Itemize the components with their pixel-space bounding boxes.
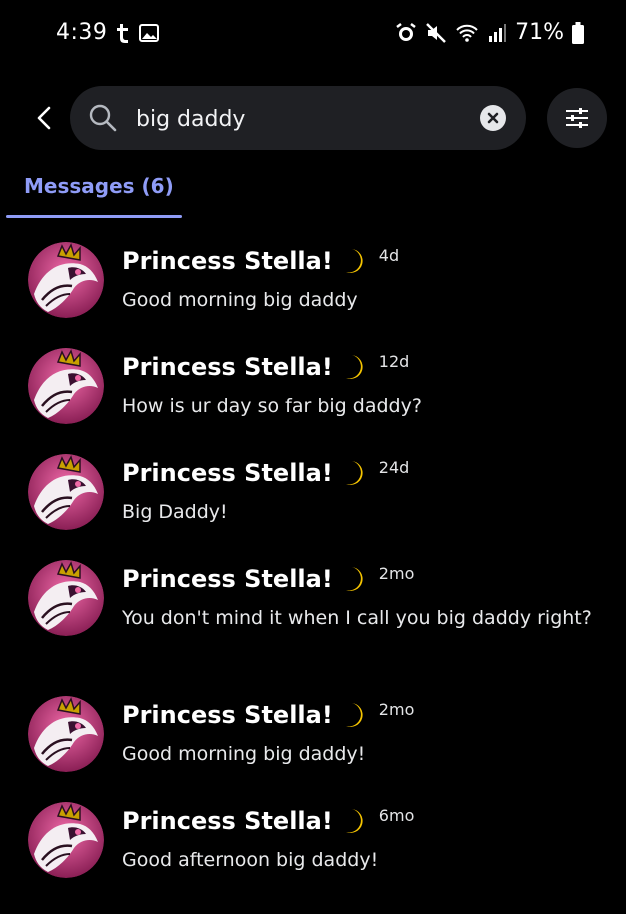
moon-icon bbox=[343, 247, 365, 275]
moon-icon bbox=[343, 565, 365, 593]
close-icon bbox=[487, 112, 499, 124]
results-list: Princess Stella! 4d Good morning big dad… bbox=[0, 236, 626, 902]
timestamp: 24d bbox=[378, 457, 410, 477]
moon-icon bbox=[343, 353, 365, 381]
result-content: Princess Stella! 24d Big Daddy! bbox=[122, 456, 602, 528]
result-content: Princess Stella! 2mo Good morning big da… bbox=[122, 698, 602, 770]
result-header: Princess Stella! 2mo bbox=[122, 698, 602, 732]
author-name[interactable]: Princess Stella! bbox=[122, 459, 333, 487]
result-item[interactable]: Princess Stella! 2mo You don't mind it w… bbox=[0, 554, 626, 690]
timestamp: 4d bbox=[378, 245, 400, 265]
result-item[interactable]: Princess Stella! 12d How is ur day so fa… bbox=[0, 342, 626, 448]
author-name[interactable]: Princess Stella! bbox=[122, 353, 333, 381]
status-bar: 4:39 71% bbox=[0, 0, 626, 72]
result-header: Princess Stella! 6mo bbox=[122, 804, 602, 838]
search-row bbox=[0, 84, 626, 154]
timestamp: 2mo bbox=[378, 563, 415, 583]
status-left: 4:39 bbox=[56, 20, 160, 45]
alarm-icon bbox=[395, 22, 417, 44]
moon-icon bbox=[343, 807, 365, 835]
result-content: Princess Stella! 6mo Good afternoon big … bbox=[122, 804, 602, 876]
message-text: Big Daddy! bbox=[122, 501, 228, 523]
message-text: How is ur day so far big daddy? bbox=[122, 395, 422, 417]
tab-messages[interactable]: Messages (6) bbox=[24, 174, 174, 198]
filter-button[interactable] bbox=[547, 88, 607, 148]
mute-icon bbox=[425, 22, 447, 44]
back-button[interactable] bbox=[22, 96, 66, 140]
message-text: Good morning big daddy bbox=[122, 289, 358, 311]
timestamp: 6mo bbox=[378, 805, 415, 825]
tab-underline bbox=[6, 215, 182, 218]
author-name[interactable]: Princess Stella! bbox=[122, 247, 333, 275]
sliders-icon bbox=[566, 108, 588, 128]
status-right: 71% bbox=[395, 20, 584, 45]
result-item[interactable]: Princess Stella! 2mo Good morning big da… bbox=[0, 690, 626, 796]
battery-percent: 71% bbox=[515, 20, 564, 45]
avatar[interactable] bbox=[28, 348, 104, 424]
moon-icon bbox=[343, 701, 365, 729]
chevron-left-icon bbox=[37, 106, 51, 130]
avatar[interactable] bbox=[28, 802, 104, 878]
gallery-icon bbox=[139, 23, 160, 42]
search-input[interactable] bbox=[134, 86, 468, 152]
result-header: Princess Stella! 12d bbox=[122, 350, 602, 384]
result-header: Princess Stella! 24d bbox=[122, 456, 602, 490]
result-content: Princess Stella! 12d How is ur day so fa… bbox=[122, 350, 602, 422]
message-text: You don't mind it when I call you big da… bbox=[122, 607, 592, 629]
moon-icon bbox=[343, 459, 365, 487]
battery-icon bbox=[572, 21, 584, 44]
timestamp: 2mo bbox=[378, 699, 415, 719]
result-content: Princess Stella! 4d Good morning big dad… bbox=[122, 244, 602, 316]
signal-icon bbox=[487, 23, 507, 43]
result-item[interactable]: Princess Stella! 24d Big Daddy! bbox=[0, 448, 626, 554]
author-name[interactable]: Princess Stella! bbox=[122, 701, 333, 729]
search-box[interactable] bbox=[70, 86, 526, 152]
avatar[interactable] bbox=[28, 242, 104, 318]
clear-search-button[interactable] bbox=[480, 105, 506, 131]
author-name[interactable]: Princess Stella! bbox=[122, 565, 333, 593]
message-text: Good morning big daddy! bbox=[122, 743, 366, 765]
avatar[interactable] bbox=[28, 560, 104, 636]
avatar[interactable] bbox=[28, 454, 104, 530]
status-time: 4:39 bbox=[56, 20, 108, 45]
search-icon bbox=[88, 103, 118, 137]
result-header: Princess Stella! 4d bbox=[122, 244, 602, 278]
author-name[interactable]: Princess Stella! bbox=[122, 807, 333, 835]
result-item[interactable]: Princess Stella! 4d Good morning big dad… bbox=[0, 236, 626, 342]
result-content: Princess Stella! 2mo You don't mind it w… bbox=[122, 562, 602, 634]
avatar[interactable] bbox=[28, 696, 104, 772]
message-text: Good afternoon big daddy! bbox=[122, 849, 379, 871]
result-item[interactable]: Princess Stella! 6mo Good afternoon big … bbox=[0, 796, 626, 902]
tumblr-icon bbox=[115, 23, 131, 43]
search-tabs: Messages (6) bbox=[0, 166, 626, 222]
result-header: Princess Stella! 2mo bbox=[122, 562, 602, 596]
timestamp: 12d bbox=[378, 351, 410, 371]
wifi-icon bbox=[455, 23, 479, 43]
